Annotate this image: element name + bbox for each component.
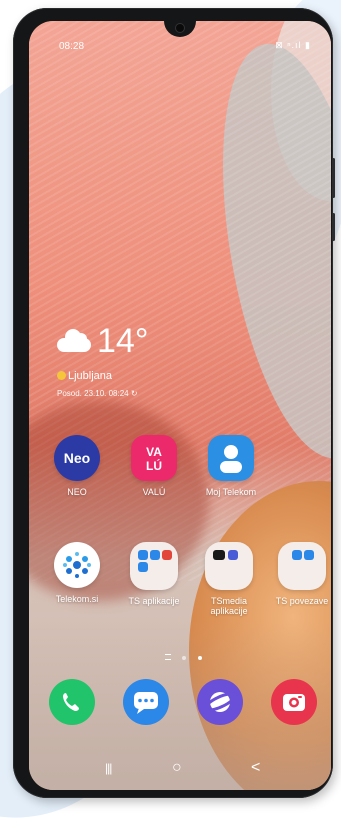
app-moj-telekom[interactable]: Moj Telekom: [196, 435, 266, 497]
internet-app[interactable]: [197, 679, 243, 725]
svg-text:LÚ: LÚ: [146, 458, 162, 473]
app-label: Telekom.si: [55, 594, 99, 604]
folder-ts-povezave[interactable]: TS povezave: [267, 542, 331, 606]
sun-icon: [57, 371, 66, 380]
app-label: TS povezave: [275, 596, 329, 606]
mini-app-icon: [138, 562, 148, 572]
app-label: TSmedia aplikacije: [210, 596, 248, 616]
app-label: Moj Telekom: [205, 487, 257, 497]
app-neo[interactable]: Neo NEO: [42, 435, 112, 497]
page-dot: [182, 656, 187, 660]
app-telekom-si[interactable]: Telekom.si: [42, 542, 112, 604]
user-icon: [208, 435, 254, 481]
messages-app[interactable]: [123, 679, 169, 725]
app-valu[interactable]: VA LÚ VALÚ: [119, 435, 189, 497]
chat-icon: [134, 692, 158, 714]
page-indicator[interactable]: [165, 647, 209, 665]
power-button: [332, 213, 335, 241]
svg-text:Neo: Neo: [64, 450, 90, 466]
menu-page-icon: [165, 654, 171, 660]
folder-icon: [130, 542, 178, 590]
mini-app-icon: [213, 550, 225, 560]
folder-ts-aplikacije[interactable]: TS aplikacije: [119, 542, 189, 606]
status-time: 08:28: [59, 41, 85, 52]
phone-icon: [63, 693, 79, 711]
back-button[interactable]: <: [251, 759, 260, 777]
camera-app[interactable]: [271, 679, 317, 725]
app-label: VALÚ: [142, 487, 166, 497]
app-label: TS aplikacije: [128, 596, 180, 606]
weather-location: Ljubljana: [57, 370, 112, 382]
camera-icon: [283, 694, 305, 711]
phone-app[interactable]: [49, 679, 95, 725]
mini-app-icon: [150, 550, 160, 560]
weather-temperature: 14°: [97, 322, 149, 360]
weather-updated: Posod. 23.10. 08:24 ↻: [57, 389, 138, 398]
recent-apps-button[interactable]: |||: [105, 759, 112, 777]
planet-icon: [203, 692, 237, 712]
weather-location-label: Ljubljana: [68, 370, 113, 382]
mini-app-icon: [304, 550, 314, 560]
mini-app-icon: [228, 550, 238, 560]
mini-app-icon: [292, 550, 302, 560]
cloud-icon: [57, 329, 91, 352]
telekom-si-icon: [54, 542, 100, 588]
page-dot-active: [197, 656, 202, 660]
phone-frame: 08:28 ⊠ ⁿ.ıl ▮ 14° Ljubljana Posod. 23.1…: [13, 8, 335, 798]
svg-text:VA: VA: [146, 445, 162, 459]
phone-screen: 08:28 ⊠ ⁿ.ıl ▮ 14° Ljubljana Posod. 23.1…: [29, 21, 331, 790]
valu-icon: VA LÚ: [131, 435, 177, 481]
folder-tsmedia-aplikacije[interactable]: TSmedia aplikacije: [194, 542, 264, 616]
front-camera-icon: [176, 24, 184, 32]
home-button[interactable]: ○: [172, 759, 182, 777]
neo-icon: Neo: [54, 435, 100, 481]
folder-icon: [205, 542, 253, 590]
mini-app-icon: [138, 550, 148, 560]
volume-button: [332, 158, 335, 198]
app-label: NEO: [67, 487, 87, 497]
folder-icon: [278, 542, 326, 590]
status-icons: ⊠ ⁿ.ıl ▮: [275, 40, 311, 50]
navigation-bar: ||| ○ <: [29, 755, 331, 785]
mini-app-icon: [162, 550, 172, 560]
